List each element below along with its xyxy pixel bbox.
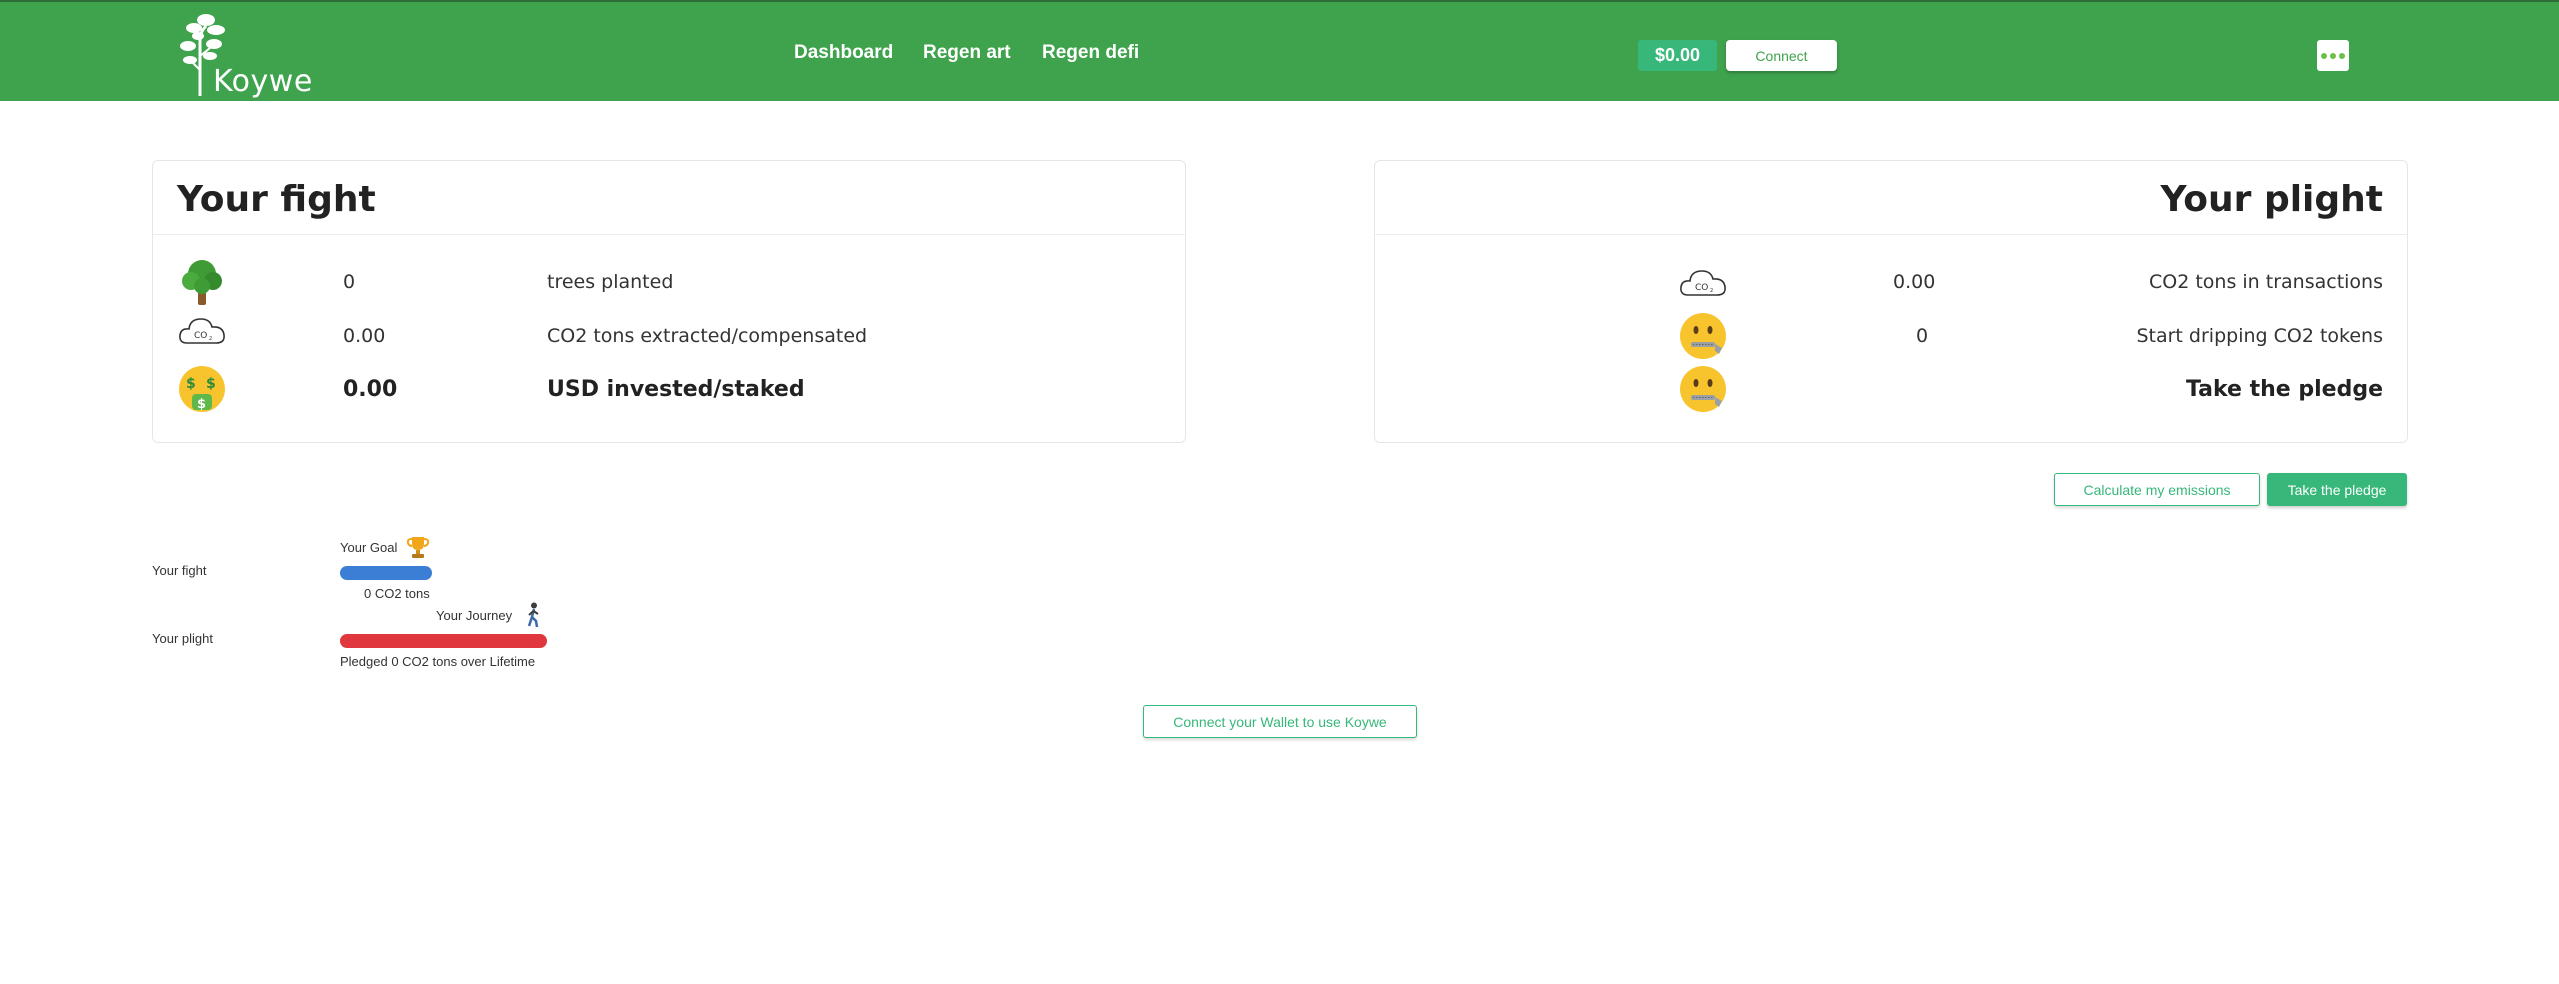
trees-planted-label: trees planted xyxy=(547,271,674,293)
svg-text:CO: CO xyxy=(194,331,207,341)
nav-regen-defi[interactable]: Regen defi xyxy=(1042,42,1139,64)
plight-progress-label: Your plight xyxy=(152,631,213,646)
plight-progress-bar xyxy=(340,634,547,648)
card-header: Your fight xyxy=(153,161,1185,235)
take-pledge-label: Take the pledge xyxy=(2185,377,2383,402)
svg-text:CO: CO xyxy=(1695,283,1708,293)
goal-tons-text: 0 CO2 tons xyxy=(364,586,430,601)
svg-text:2: 2 xyxy=(1710,288,1713,294)
connect-button[interactable]: Connect xyxy=(1726,40,1837,71)
trees-planted-value: 0 xyxy=(343,271,356,293)
card-header: Your plight xyxy=(1375,161,2407,235)
svg-text:$: $ xyxy=(206,376,216,392)
dot-icon xyxy=(2321,52,2327,59)
card-title: Your plight xyxy=(2160,179,2383,220)
dot-icon xyxy=(2339,52,2345,59)
zipper-mouth-face-icon xyxy=(1680,313,1726,359)
calculate-emissions-button[interactable]: Calculate my emissions xyxy=(2054,473,2260,506)
co2-transactions-value: 0.00 xyxy=(1893,271,1936,293)
trophy-icon xyxy=(406,537,430,558)
journey-label: Your Journey xyxy=(436,608,513,623)
tree-icon xyxy=(182,260,222,305)
usd-invested-label: USD invested/staked xyxy=(547,377,805,402)
balance-badge: $0.00 xyxy=(1638,40,1717,71)
zipper-mouth-face-icon xyxy=(1680,366,1726,412)
pledged-text: Pledged 0 CO2 tons over Lifetime xyxy=(340,654,536,669)
svg-text:$: $ xyxy=(197,397,206,412)
logo-text: Koywe xyxy=(213,64,313,99)
co2-extracted-value: 0.00 xyxy=(343,325,386,347)
svg-text:2: 2 xyxy=(209,336,212,342)
card-title: Your fight xyxy=(177,179,376,220)
dot-icon xyxy=(2330,52,2336,59)
your-plight-card: Your plight CO 2 0.00 CO2 tons in transa… xyxy=(1374,160,2408,443)
fight-progress-bar xyxy=(340,566,432,580)
more-options-button[interactable] xyxy=(2317,40,2349,71)
person-walking-icon xyxy=(527,602,539,628)
svg-text:$: $ xyxy=(186,376,196,392)
money-mouth-face-icon: $ $ $ xyxy=(179,366,225,412)
goal-label: Your Goal xyxy=(340,540,398,555)
co2-cloud-icon: CO 2 xyxy=(179,318,225,344)
co2-cloud-icon: CO 2 xyxy=(1680,270,1726,296)
co2-extracted-label: CO2 tons extracted/compensated xyxy=(547,325,868,347)
nav-regen-art[interactable]: Regen art xyxy=(923,42,1011,64)
take-pledge-button[interactable]: Take the pledge xyxy=(2267,473,2407,506)
co2-tokens-label: Start dripping CO2 tokens xyxy=(2136,325,2383,347)
co2-transactions-label: CO2 tons in transactions xyxy=(2149,271,2383,293)
your-fight-card: Your fight 0 trees planted CO 2 0.00 CO2… xyxy=(152,160,1186,443)
nav-dashboard[interactable]: Dashboard xyxy=(794,42,893,64)
co2-tokens-value: 0 xyxy=(1916,325,1929,347)
koywe-logo[interactable]: Koywe xyxy=(180,10,320,99)
fight-progress-label: Your fight xyxy=(152,563,207,578)
connect-wallet-button[interactable]: Connect your Wallet to use Koywe xyxy=(1143,705,1417,738)
usd-invested-value: 0.00 xyxy=(343,377,398,402)
top-navbar: Koywe Dashboard Regen art Regen defi $0.… xyxy=(0,0,2559,101)
